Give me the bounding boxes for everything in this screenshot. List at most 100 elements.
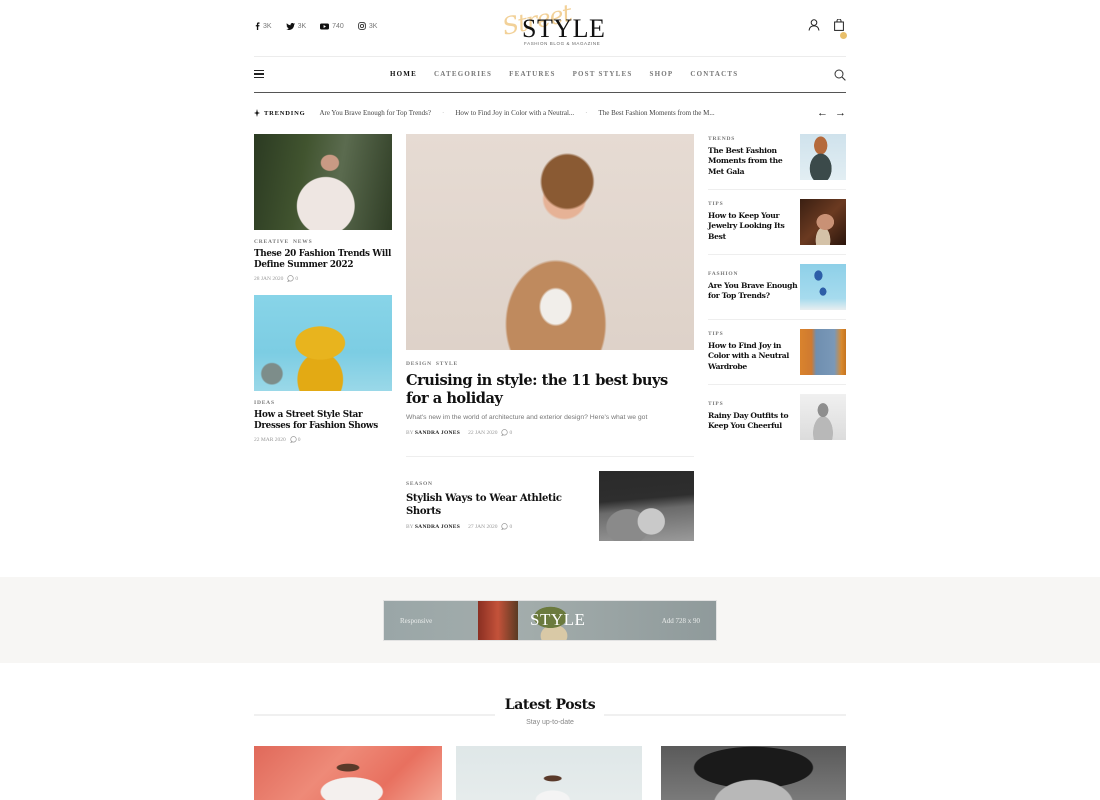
instagram-count: 3K [368, 22, 378, 30]
latest-post-image[interactable] [661, 746, 846, 800]
cart-badge [840, 32, 847, 39]
post-category[interactable]: TIPS [708, 331, 798, 337]
post-date: 28 JAN 2020 [254, 275, 284, 282]
social-links: 3K 3K 740 3K [255, 22, 377, 30]
menu-button[interactable] [254, 70, 264, 78]
post-date: 22 JAN 2020 [468, 429, 498, 436]
header-actions [808, 18, 847, 39]
nav-divider [254, 92, 846, 93]
post-thumbnail[interactable] [599, 471, 694, 541]
post-thumbnail[interactable] [800, 199, 846, 245]
post-category[interactable]: TIPS [708, 401, 798, 407]
post-thumbnail[interactable] [800, 264, 846, 310]
nav-home[interactable]: HOME [390, 70, 417, 78]
sidebar-post: TRENDS The Best Fashion Moments from the… [708, 136, 798, 177]
sidebar-post: TIPS How to Find Joy in Color with a Neu… [708, 331, 798, 372]
sparkle-icon [254, 109, 260, 117]
hamburger-icon [254, 70, 264, 72]
social-facebook[interactable]: 3K [255, 22, 272, 30]
post-title[interactable]: How to Find Joy in Color with a Neutral … [708, 341, 798, 372]
post-title[interactable]: Stylish Ways to Wear Athletic Shorts [406, 492, 586, 518]
section-subtitle: Stay up-to-date [526, 719, 574, 726]
post-title[interactable]: How a Street Style Star Dresses for Fash… [254, 410, 392, 432]
facebook-count: 3K [263, 22, 272, 30]
post-category[interactable]: STYLE [436, 361, 458, 367]
account-button[interactable] [808, 18, 820, 36]
featured-title[interactable]: Cruising in style: the 11 best buys for … [406, 372, 694, 408]
social-twitter[interactable]: 3K [285, 22, 306, 30]
social-youtube[interactable]: 740 [320, 23, 344, 30]
post-date: 27 JAN 2020 [468, 523, 498, 530]
user-icon [808, 19, 820, 31]
comment-icon [501, 523, 509, 530]
site-logo[interactable]: Street STYLE FASHION BLOG & MAGAZINE [500, 0, 605, 48]
divider [708, 189, 846, 190]
divider [708, 319, 846, 320]
search-button[interactable] [834, 68, 846, 86]
divider [708, 254, 846, 255]
trending-bar: TRENDING Are You Brave Enough for Top Tr… [254, 106, 846, 120]
post-title[interactable]: These 20 Fashion Trends Will Define Summ… [254, 249, 392, 271]
post-category[interactable]: TRENDS [708, 136, 798, 142]
post-card: SEASON Stylish Ways to Wear Athletic Sho… [406, 481, 586, 530]
ad-banner[interactable]: Responsive STYLE Add 728 x 90 [383, 600, 717, 641]
nav-shop[interactable]: SHOP [650, 70, 674, 78]
nav-contacts[interactable]: CONTACTS [690, 70, 738, 78]
post-thumbnail[interactable] [800, 394, 846, 440]
nav-features[interactable]: FEATURES [509, 70, 555, 78]
featured-excerpt: What's new im the world of architecture … [406, 414, 648, 421]
trending-next-arrow-icon[interactable]: → [835, 107, 846, 119]
featured-image[interactable] [406, 134, 694, 350]
sidebar-post: FASHION Are You Brave Enough for Top Tre… [708, 271, 798, 302]
post-image[interactable] [254, 134, 392, 230]
divider [406, 456, 694, 457]
post-category[interactable]: NEWS [293, 239, 312, 245]
logo-wordmark: STYLE [522, 14, 606, 43]
post-author[interactable]: SANDRA JONES [415, 524, 460, 530]
comment-count: 0 [509, 429, 513, 436]
post-category[interactable]: TIPS [708, 201, 798, 207]
section-title: Latest Posts [504, 697, 596, 713]
post-title[interactable]: The Best Fashion Moments from the Met Ga… [708, 146, 798, 177]
featured-post: DESIGN STYLE Cruising in style: the 11 be… [406, 361, 694, 436]
post-title[interactable]: Rainy Day Outfits to Keep You Cheerful [708, 411, 798, 432]
post-author[interactable]: SANDRA JONES [415, 430, 460, 436]
comment-icon [290, 436, 297, 443]
trending-item[interactable]: The Best Fashion Moments from the M... [599, 109, 715, 117]
post-category[interactable]: FASHION [708, 271, 798, 277]
main-nav: HOME CATEGORIES FEATURES POST STYLES SHO… [390, 70, 738, 78]
shopping-bag-icon [834, 18, 844, 31]
header-divider [254, 56, 846, 57]
divider [604, 714, 846, 716]
post-thumbnail[interactable] [800, 329, 846, 375]
latest-post-image[interactable] [254, 746, 442, 800]
divider [254, 714, 495, 716]
ad-size-text: Add 728 x 90 [661, 617, 700, 625]
comment-icon [287, 275, 294, 282]
ad-brand: STYLE [530, 610, 586, 629]
post-image[interactable] [254, 295, 392, 391]
cart-button[interactable] [834, 18, 847, 39]
nav-post-styles[interactable]: POST STYLES [573, 70, 633, 78]
post-thumbnail[interactable] [800, 134, 846, 180]
comment-count: 0 [297, 436, 301, 443]
post-date: 22 MAR 2020 [254, 436, 286, 443]
post-title[interactable]: How to Keep Your Jewelry Looking Its Bes… [708, 211, 798, 242]
comment-count: 0 [295, 275, 299, 282]
comment-count: 0 [509, 523, 513, 530]
comment-icon [501, 429, 509, 436]
post-category[interactable]: IDEAS [254, 400, 275, 406]
facebook-icon [255, 22, 260, 30]
post-category[interactable]: DESIGN [406, 361, 432, 367]
latest-post-image[interactable] [456, 746, 642, 800]
trending-label: TRENDING [264, 109, 306, 117]
trending-item[interactable]: Are You Brave Enough for Top Trends? [319, 109, 431, 117]
post-title[interactable]: Are You Brave Enough for Top Trends? [708, 281, 798, 302]
post-category[interactable]: SEASON [406, 481, 433, 487]
trending-item[interactable]: How to Find Joy in Color with a Neutral.… [455, 109, 574, 117]
nav-categories[interactable]: CATEGORIES [434, 70, 492, 78]
post-card: CREATIVE NEWS These 20 Fashion Trends Wil… [254, 239, 392, 282]
trending-prev-arrow-icon[interactable]: ← [817, 107, 828, 119]
post-category[interactable]: CREATIVE [254, 239, 289, 245]
social-instagram[interactable]: 3K [357, 22, 378, 30]
